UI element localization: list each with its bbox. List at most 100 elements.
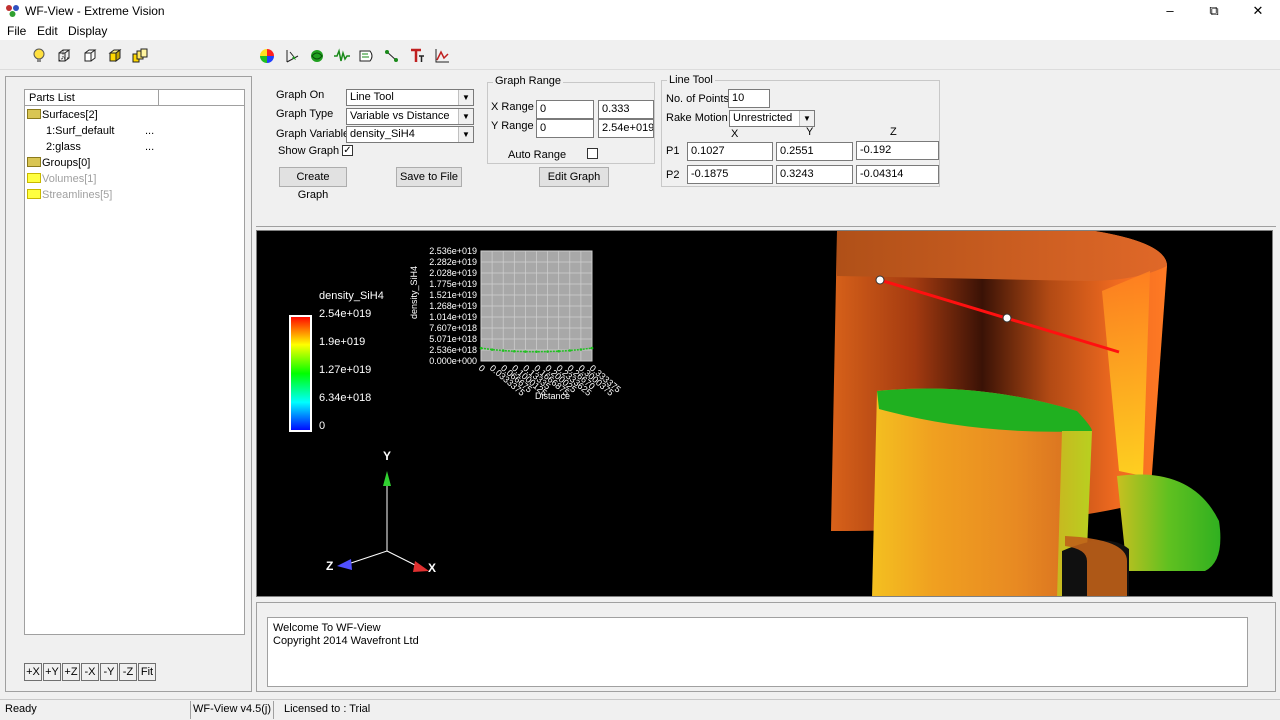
graph-on-select[interactable]: Line Tool ▼ xyxy=(346,89,474,106)
surf-default-options[interactable]: ... xyxy=(145,125,154,137)
tree-item-groups[interactable]: Groups[0] xyxy=(27,157,242,173)
fit-view-button[interactable]: Fit xyxy=(138,663,156,681)
y-range-max-field[interactable]: 2.54e+019 xyxy=(598,119,654,138)
line-tool-icon[interactable] xyxy=(382,46,402,66)
probe-handle-mid[interactable] xyxy=(1002,313,1012,323)
chart-data-point xyxy=(501,349,505,352)
window-title: WF-View - Extreme Vision xyxy=(25,4,165,18)
glass-options[interactable]: ... xyxy=(145,141,154,153)
x-range-label: X Range xyxy=(491,101,534,113)
chart-data-point xyxy=(490,348,494,351)
x-range-min-field[interactable]: 0 xyxy=(536,100,594,119)
legend-tick: 2.54e+019 xyxy=(319,308,371,320)
restore-button[interactable]: ⧉ xyxy=(1192,0,1236,22)
auto-range-checkbox[interactable] xyxy=(587,148,598,159)
y-axis-arrow xyxy=(383,471,391,486)
legend-tick: 1.27e+019 xyxy=(319,364,371,376)
cube-multi-icon[interactable] xyxy=(130,46,150,66)
folder-icon xyxy=(27,157,41,167)
status-divider xyxy=(273,701,274,719)
column-x-label: X xyxy=(731,128,739,140)
graph-variable-select[interactable]: density_SiH4 ▼ xyxy=(346,126,474,143)
view-plus-z-button[interactable]: +Z xyxy=(62,663,80,681)
chart-y-tick-label: 2.536e+019 xyxy=(429,246,477,256)
graph-variable-label: Graph Variable xyxy=(276,128,350,140)
column-y-label: Y xyxy=(806,126,814,138)
minimize-button[interactable]: – xyxy=(1148,0,1192,22)
tree-item-surf-default[interactable]: 1:Surf_default... xyxy=(27,125,242,141)
3d-viewport[interactable]: density_SiH4 2.54e+019 1.9e+019 1.27e+01… xyxy=(256,230,1273,597)
p2-x-field[interactable]: -0.1875 xyxy=(687,165,773,184)
p2-z-field[interactable]: -0.04314 xyxy=(856,165,939,184)
show-graph-checkbox[interactable]: ✓ xyxy=(342,145,353,156)
tree-item-surfaces[interactable]: Surfaces[2] xyxy=(27,109,242,125)
chart-data-point xyxy=(590,346,594,350)
graph-type-label: Graph Type xyxy=(276,108,334,120)
tree-item-glass[interactable]: 2:glass... xyxy=(27,141,242,157)
view-minus-x-button[interactable]: -X xyxy=(81,663,99,681)
x-axis-label: X xyxy=(428,561,436,575)
y-axis-label: Y xyxy=(383,449,391,463)
streamline-icon[interactable] xyxy=(307,46,327,66)
menu-edit[interactable]: Edit xyxy=(37,24,58,38)
legend-tick: 1.9e+019 xyxy=(319,336,365,348)
chevron-down-icon: ▼ xyxy=(458,90,473,105)
chart-data-point xyxy=(535,350,538,353)
chart-y-tick-label: 1.521e+019 xyxy=(429,290,477,300)
menu-display[interactable]: Display xyxy=(68,24,107,38)
view-minus-y-button[interactable]: -Y xyxy=(100,663,118,681)
chart-y-tick-label: 1.775e+019 xyxy=(429,279,477,289)
points-field[interactable]: 10 xyxy=(728,89,770,108)
folder-open-icon xyxy=(27,109,41,119)
graph-on-label: Graph On xyxy=(276,89,325,101)
legend-tick: 6.34e+018 xyxy=(319,392,371,404)
save-to-file-button[interactable]: Save to File xyxy=(396,167,462,187)
cube-outline-icon[interactable] xyxy=(80,46,100,66)
waveform-icon[interactable] xyxy=(332,46,352,66)
close-button[interactable]: ✕ xyxy=(1236,0,1280,22)
console-line: Welcome To WF-View xyxy=(273,622,381,634)
menu-file[interactable]: File xyxy=(7,24,26,38)
view-plus-y-button[interactable]: +Y xyxy=(43,663,61,681)
p1-label: P1 xyxy=(666,145,680,157)
y-range-min-field[interactable]: 0 xyxy=(536,119,594,138)
view-minus-z-button[interactable]: -Z xyxy=(119,663,137,681)
title-bar: WF-View - Extreme Vision – ⧉ ✕ xyxy=(0,0,1280,22)
app-logo-icon xyxy=(5,4,21,18)
chart-x-axis-label: Distance xyxy=(535,391,570,401)
x-range-max-field[interactable]: 0.333 xyxy=(598,100,654,119)
bulb-icon[interactable] xyxy=(29,46,49,66)
z-axis-label: Z xyxy=(326,559,333,573)
chevron-down-icon: ▼ xyxy=(458,109,473,124)
chevron-down-icon: ▼ xyxy=(458,127,473,142)
tree-item-volumes[interactable]: Volumes[1] xyxy=(27,173,242,189)
p1-z-field[interactable]: -0.192 xyxy=(856,141,939,160)
folder-icon xyxy=(27,189,41,199)
p1-x-field[interactable]: 0.1027 xyxy=(687,142,773,161)
tree-item-streamlines[interactable]: Streamlines[5] xyxy=(27,189,242,205)
cube-wire-icon[interactable] xyxy=(54,46,74,66)
legend-title: density_SiH4 xyxy=(319,290,384,302)
vector-icon[interactable] xyxy=(282,46,302,66)
chevron-down-icon: ▼ xyxy=(799,111,814,126)
cube-solid-icon[interactable] xyxy=(105,46,125,66)
color-wheel-icon[interactable] xyxy=(257,46,277,66)
p2-y-field[interactable]: 0.3243 xyxy=(776,165,853,184)
points-label: No. of Points xyxy=(666,93,729,105)
text-icon[interactable] xyxy=(407,46,427,66)
chart-data-point xyxy=(513,349,516,353)
probe-handle-p1[interactable] xyxy=(875,275,885,285)
p2-label: P2 xyxy=(666,169,680,181)
z-axis-arrow xyxy=(337,559,352,570)
surface-icon[interactable] xyxy=(357,46,377,66)
rake-motion-select[interactable]: Unrestricted ▼ xyxy=(729,110,815,127)
graph-icon[interactable] xyxy=(432,46,452,66)
console-output[interactable]: Welcome To WF-View Copyright 2014 Wavefr… xyxy=(267,617,1248,687)
edit-graph-button[interactable]: Edit Graph xyxy=(539,167,609,187)
create-graph-button[interactable]: Create Graph xyxy=(279,167,347,201)
view-plus-x-button[interactable]: +X xyxy=(24,663,42,681)
x-axis-arrow xyxy=(413,561,429,572)
auto-range-label: Auto Range xyxy=(508,149,567,161)
p1-y-field[interactable]: 0.2551 xyxy=(776,142,853,161)
graph-type-select[interactable]: Variable vs Distance ▼ xyxy=(346,108,474,125)
